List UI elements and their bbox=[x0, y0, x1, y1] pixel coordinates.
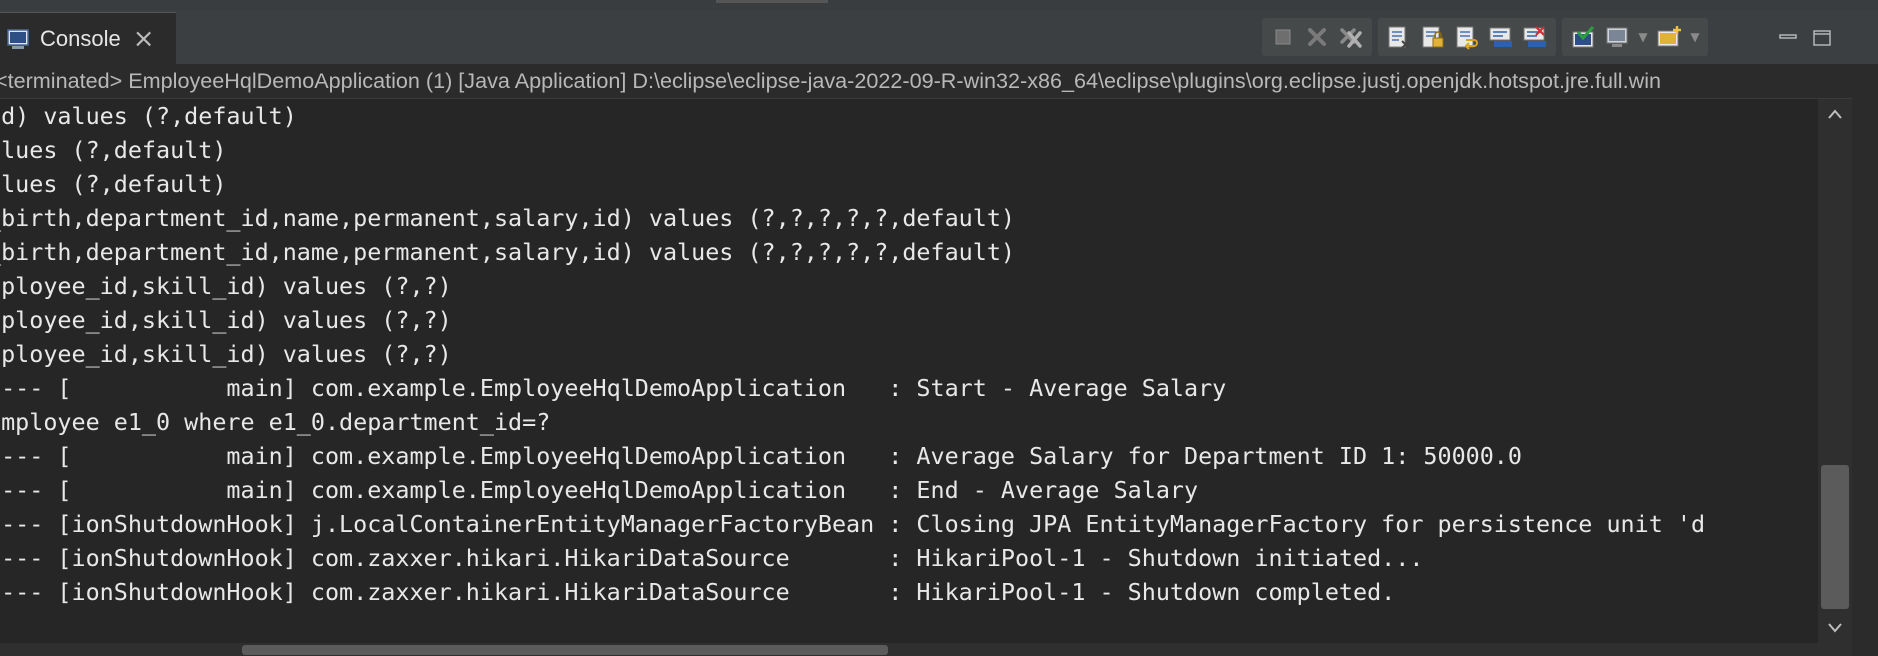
console-line: --- [ionShutdownHook] j.LocalContainerEn… bbox=[0, 510, 1706, 538]
display-selected-console-icon[interactable] bbox=[1600, 20, 1634, 54]
console-line: --- [ main] com.example.EmployeeHqlDemoA… bbox=[0, 476, 1199, 504]
console-actions-group bbox=[1378, 18, 1556, 56]
vertical-scrollbar[interactable] bbox=[1818, 99, 1852, 643]
clear-console-icon[interactable] bbox=[1382, 20, 1416, 54]
console-line: ld) values (?,default) bbox=[0, 102, 297, 130]
remove-launch-icon[interactable] bbox=[1300, 20, 1334, 54]
launch-controls-group bbox=[1262, 18, 1372, 56]
horizontal-scrollbar[interactable] bbox=[0, 643, 1852, 656]
open-console-dropdown-icon[interactable]: ▼ bbox=[1686, 20, 1704, 54]
minimize-icon[interactable] bbox=[1778, 28, 1798, 48]
scroll-lock-icon[interactable] bbox=[1416, 20, 1450, 54]
console-display-group: ▼ ▼ bbox=[1562, 18, 1708, 56]
tab-console[interactable]: Console × bbox=[0, 12, 176, 65]
vertical-scroll-thumb[interactable] bbox=[1821, 465, 1849, 609]
scroll-down-icon[interactable] bbox=[1818, 613, 1852, 643]
console-line: alues (?,default) bbox=[0, 136, 227, 164]
console-line: nployee_id,skill_id) values (?,?) bbox=[0, 340, 452, 368]
console-toolbar: ▼ ▼ bbox=[1262, 18, 1714, 56]
process-status-line: <terminated> EmployeeHqlDemoApplication … bbox=[0, 64, 1852, 99]
show-when-stdout-icon[interactable] bbox=[1484, 20, 1518, 54]
console-line: --- [ main] com.example.EmployeeHqlDemoA… bbox=[0, 442, 1522, 470]
console-line: --- [ionShutdownHook] com.zaxxer.hikari.… bbox=[0, 544, 1424, 572]
close-tab-icon[interactable]: × bbox=[133, 26, 155, 52]
word-wrap-icon[interactable] bbox=[1450, 20, 1484, 54]
console-line: _birth,department_id,name,permanent,sala… bbox=[0, 238, 1016, 266]
status-line-edge bbox=[1852, 64, 1878, 98]
console-line: alues (?,default) bbox=[0, 170, 227, 198]
console-line: nployee_id,skill_id) values (?,?) bbox=[0, 306, 452, 334]
console-icon bbox=[7, 29, 29, 49]
open-console-icon[interactable] bbox=[1652, 20, 1686, 54]
remove-all-terminated-icon[interactable] bbox=[1334, 20, 1368, 54]
show-when-stderr-icon[interactable] bbox=[1518, 20, 1552, 54]
view-corner bbox=[1852, 98, 1878, 99]
scroll-up-icon[interactable] bbox=[1818, 99, 1852, 129]
console-line: _birth,department_id,name,permanent,sala… bbox=[0, 204, 1016, 232]
pin-console-icon[interactable] bbox=[1566, 20, 1600, 54]
display-console-dropdown-icon[interactable]: ▼ bbox=[1634, 20, 1652, 54]
console-line: --- [ionShutdownHook] com.zaxxer.hikari.… bbox=[0, 578, 1396, 606]
process-status-text: <terminated> EmployeeHqlDemoApplication … bbox=[0, 68, 1661, 93]
sash-handle[interactable] bbox=[716, 0, 828, 3]
console-output[interactable]: ld) values (?,default) alues (?,default)… bbox=[0, 99, 1818, 643]
view-window-controls bbox=[1778, 28, 1832, 48]
console-line: employee e1_0 where e1_0.department_id=? bbox=[0, 408, 551, 436]
horizontal-scroll-thumb[interactable] bbox=[242, 645, 888, 655]
console-line: nployee_id,skill_id) values (?,?) bbox=[0, 272, 452, 300]
maximize-icon[interactable] bbox=[1812, 28, 1832, 48]
tab-console-label: Console bbox=[40, 26, 121, 51]
terminate-icon[interactable] bbox=[1266, 20, 1300, 54]
view-tab-bar: Console × ▼ ▼ bbox=[0, 10, 1878, 65]
console-line: --- [ main] com.example.EmployeeHqlDemoA… bbox=[0, 374, 1227, 402]
